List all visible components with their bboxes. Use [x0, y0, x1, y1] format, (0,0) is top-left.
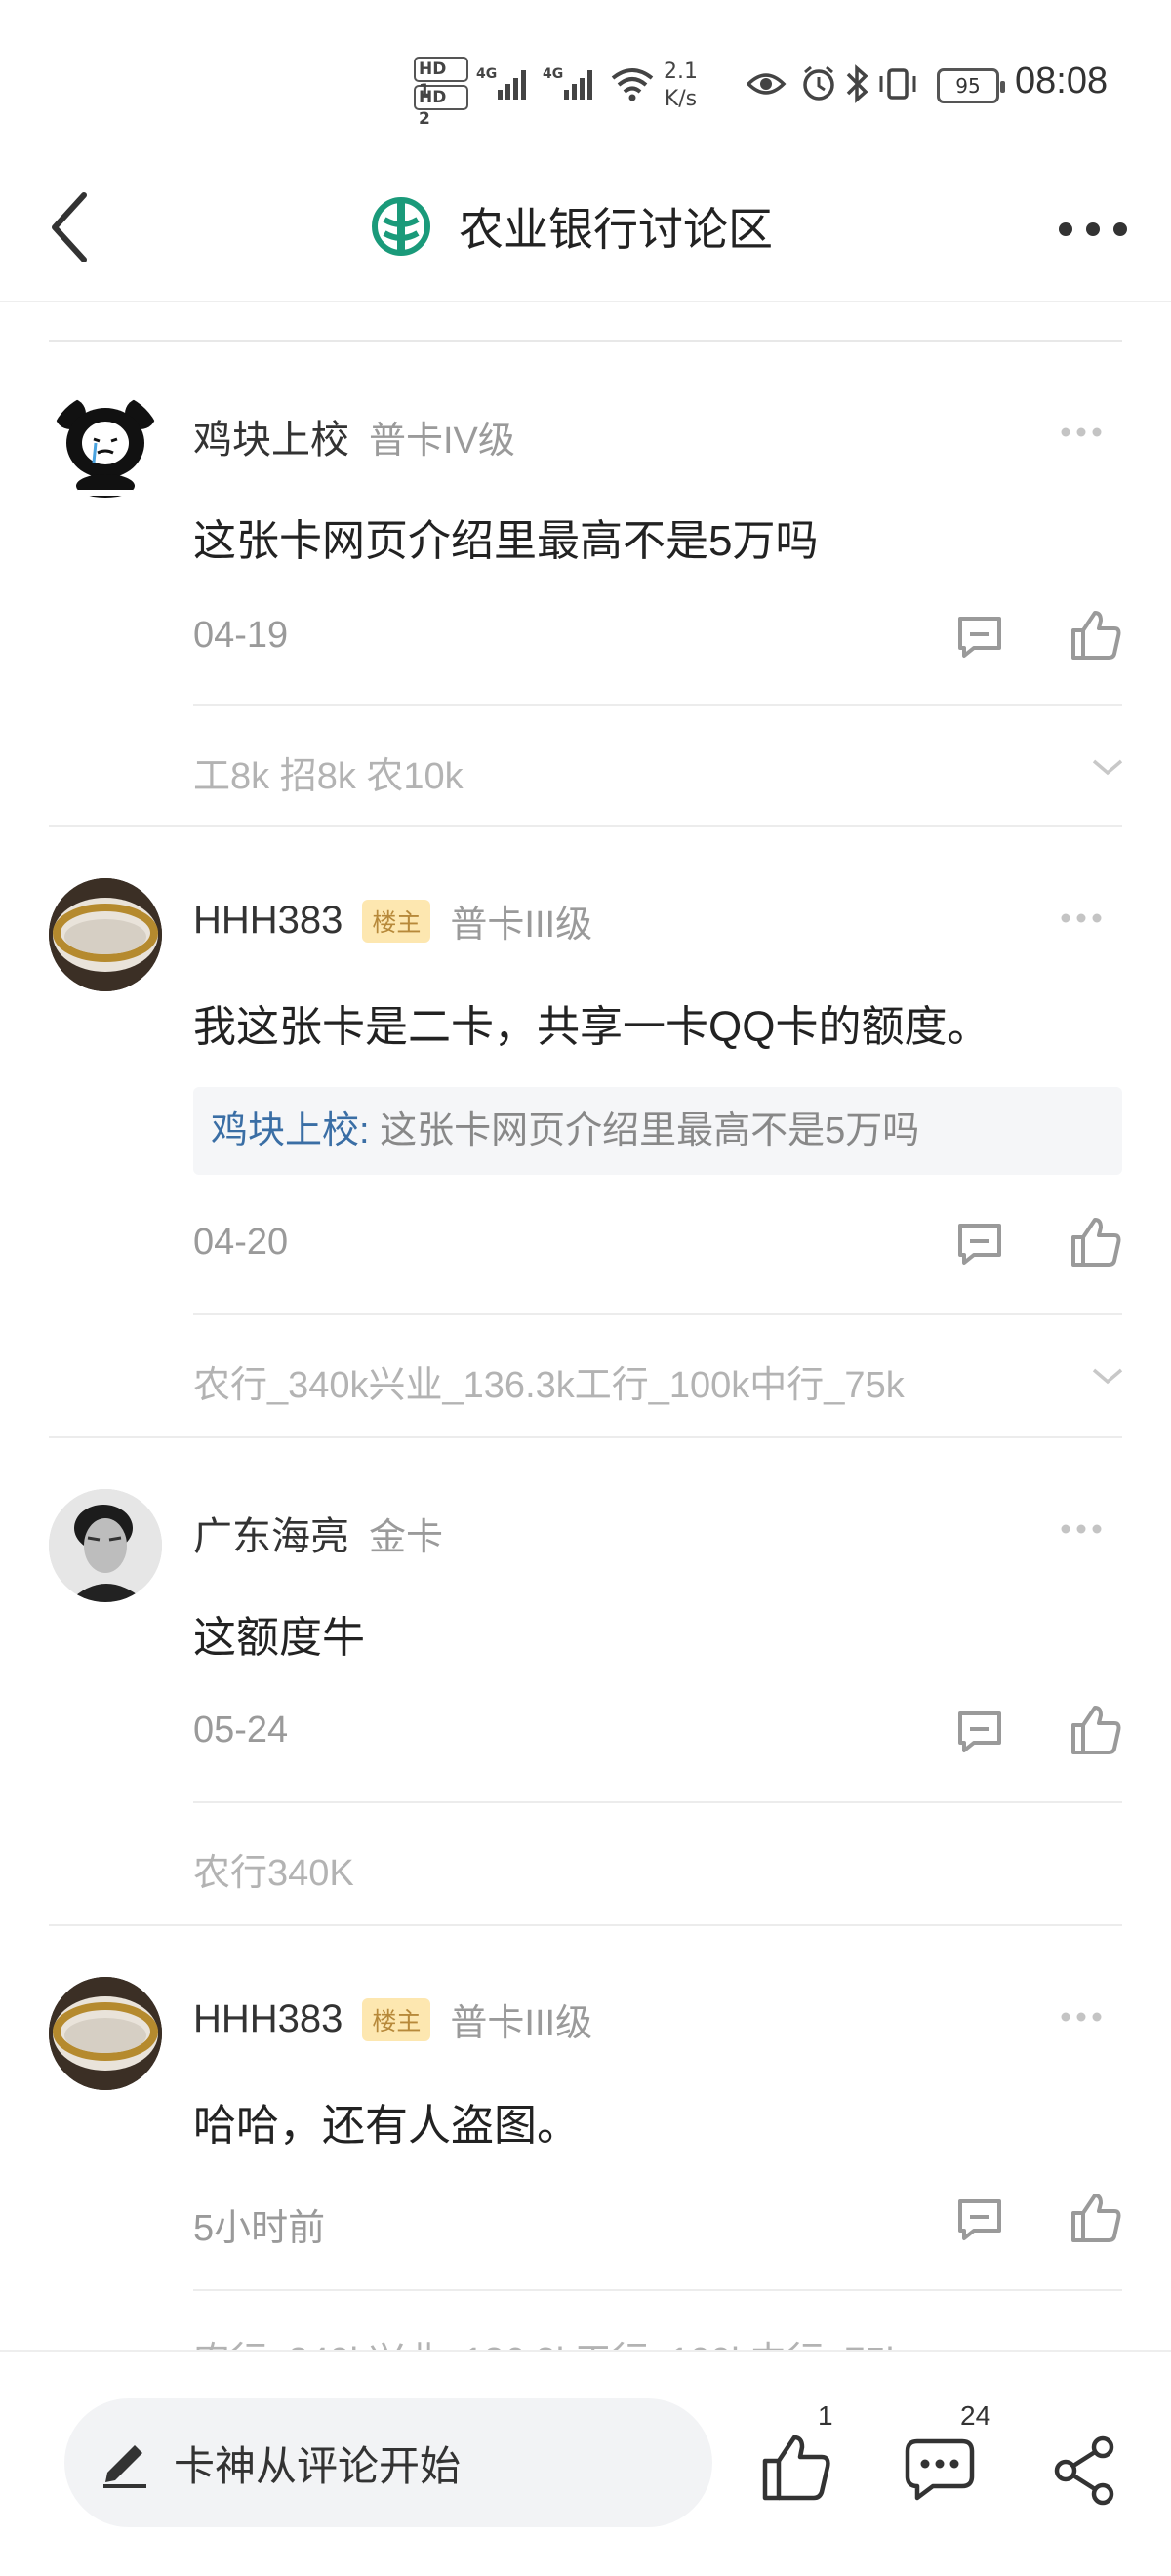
net-speed-value: 2.1 — [664, 60, 698, 84]
more-options-icon[interactable] — [1054, 205, 1132, 254]
comment-more-icon[interactable] — [1060, 911, 1103, 925]
divider — [49, 1436, 1122, 1438]
comment-bubble-icon[interactable] — [904, 2435, 976, 2504]
vibrate-icon — [879, 68, 916, 100]
comment-text: 这张卡网页介绍里最高不是5万吗 — [193, 517, 819, 565]
panda-meme-avatar-icon — [49, 392, 162, 505]
net-speed-unit: K/s — [664, 87, 698, 111]
username[interactable]: 鸡块上校 — [193, 408, 349, 464]
divider — [193, 2289, 1122, 2291]
divider — [193, 1801, 1122, 1803]
hd2-label: HD 2 — [414, 85, 468, 129]
comment-input[interactable]: 卡神从评论开始 — [64, 2398, 712, 2527]
chevron-down-icon[interactable] — [1091, 757, 1124, 777]
signal-4g-icon-2: 4G — [543, 66, 592, 100]
comment-count: 24 — [960, 2400, 991, 2431]
avatar[interactable] — [49, 878, 162, 991]
gold-ring-avatar-icon — [49, 878, 162, 991]
user-signature: 农行_340k兴业_136.3k工行_100k中行_75k — [193, 1365, 905, 1406]
divider — [49, 825, 1122, 827]
net-speed: 2.1 K/s — [664, 59, 698, 113]
like-count: 1 — [818, 2400, 833, 2431]
comment-more-icon[interactable] — [1060, 1522, 1103, 1536]
svg-text:4G: 4G — [476, 66, 497, 82]
divider — [49, 340, 1122, 342]
like-thumb-icon[interactable] — [761, 2432, 831, 2502]
page-title: 农业银行讨论区 — [459, 204, 773, 255]
username[interactable]: HHH383 — [193, 899, 343, 943]
reply-icon[interactable] — [954, 1708, 1005, 1756]
reply-icon[interactable] — [954, 2195, 1005, 2244]
divider — [49, 1924, 1122, 1926]
eye-icon — [747, 73, 787, 95]
user-level: 普卡IV级 — [369, 420, 515, 462]
page-title-group: 农业银行讨论区 — [371, 187, 773, 265]
battery-level: 95 — [955, 74, 981, 98]
comment-more-icon[interactable] — [1060, 425, 1103, 439]
battery-icon: 95 — [937, 68, 1005, 103]
comment-more-icon[interactable] — [1060, 2010, 1103, 2024]
user-level: 普卡III级 — [450, 2003, 593, 2044]
top-header: 农业银行讨论区 — [0, 166, 1171, 302]
username[interactable]: HHH383 — [193, 1997, 343, 2041]
quoted-reply[interactable]: 鸡块上校: 这张卡网页介绍里最高不是5万吗 — [193, 1087, 1122, 1175]
user-level: 普卡III级 — [450, 905, 593, 946]
like-thumb-icon[interactable] — [1070, 1704, 1122, 1756]
bottom-action-bar: 卡神从评论开始 1 24 — [0, 2350, 1171, 2576]
reply-icon[interactable] — [954, 613, 1005, 662]
comment-text: 我这张卡是二卡，共享一卡QQ卡的额度。 — [193, 1003, 990, 1051]
comment-date: 04-20 — [193, 1222, 289, 1263]
like-thumb-icon[interactable] — [1070, 609, 1122, 662]
back-arrow-icon[interactable] — [43, 183, 101, 271]
reply-icon[interactable] — [954, 1220, 1005, 1268]
like-thumb-icon[interactable] — [1070, 2192, 1122, 2244]
hd1-label: HD 1 — [414, 57, 468, 101]
owner-badge: 楼主 — [362, 899, 431, 943]
portrait-avatar-icon — [49, 1489, 162, 1602]
quoted-text: 这张卡网页介绍里最高不是5万吗 — [380, 1110, 920, 1151]
user-level: 金卡 — [369, 1516, 444, 1558]
comment-header: 广东海亮 金卡 — [193, 1505, 443, 1561]
user-signature: 农行340K — [193, 1853, 354, 1894]
avatar[interactable] — [49, 1977, 162, 2090]
divider — [193, 704, 1122, 706]
signal-4g-icon: 4G — [476, 66, 526, 100]
pencil-icon — [103, 2445, 146, 2488]
chevron-down-icon[interactable] — [1091, 1366, 1124, 1386]
status-bar: HD 1 HD 2 4G 4G 2.1 K/s 95 08:08 — [0, 0, 1171, 166]
user-signature: 工8k 招8k 农10k — [193, 756, 464, 797]
comment-header: 鸡块上校 普卡IV级 — [193, 408, 515, 464]
svg-text:4G: 4G — [543, 66, 563, 82]
gold-ring-avatar-icon — [49, 1977, 162, 2090]
comment-header: HHH383 楼主 普卡III级 — [193, 1992, 592, 2046]
abc-bank-logo-icon — [372, 197, 430, 256]
comment-date: 04-19 — [193, 615, 289, 656]
like-thumb-icon[interactable] — [1070, 1216, 1122, 1268]
comment-date: 5小时前 — [193, 2208, 326, 2249]
bluetooth-icon — [846, 64, 868, 103]
avatar[interactable] — [49, 1489, 162, 1602]
comment-date: 05-24 — [193, 1710, 289, 1751]
share-icon[interactable] — [1052, 2435, 1118, 2506]
wifi-icon — [611, 68, 654, 101]
divider — [193, 1313, 1122, 1315]
comment-text: 这额度牛 — [193, 1614, 365, 1662]
avatar[interactable] — [49, 392, 162, 505]
quoted-username[interactable]: 鸡块上校: — [211, 1110, 380, 1151]
status-icons — [747, 64, 916, 103]
owner-badge: 楼主 — [362, 1997, 431, 2041]
clock: 08:08 — [1015, 60, 1109, 101]
alarm-icon — [803, 65, 834, 101]
comment-input-placeholder: 卡神从评论开始 — [174, 2442, 462, 2489]
hd-indicator: HD 1 HD 2 — [414, 57, 468, 129]
username[interactable]: 广东海亮 — [193, 1505, 349, 1561]
comment-header: HHH383 楼主 普卡III级 — [193, 894, 592, 947]
comment-text: 哈哈，还有人盗图。 — [193, 2102, 580, 2150]
